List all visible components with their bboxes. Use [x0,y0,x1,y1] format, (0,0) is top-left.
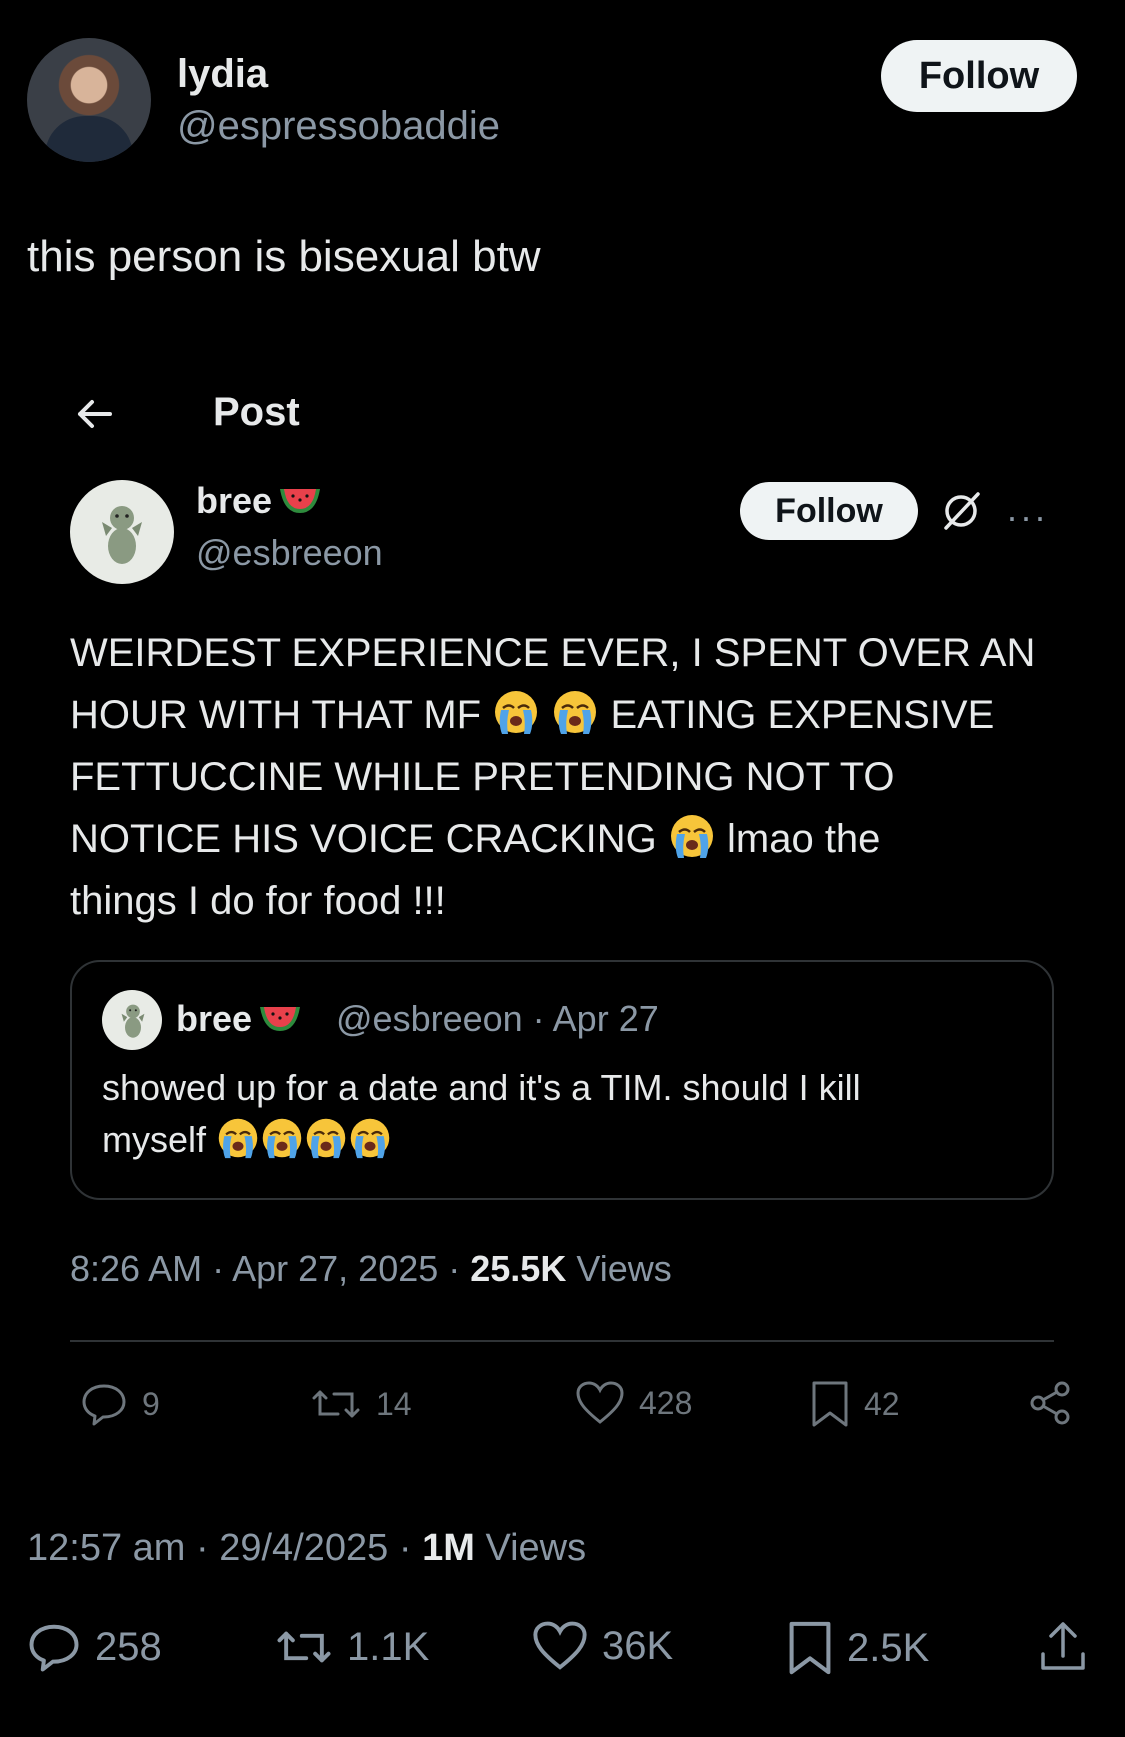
bookmark-icon [812,1381,848,1427]
follow-button[interactable]: Follow [881,40,1077,112]
embedded-share [1028,1380,1074,1426]
repost-icon [312,1390,360,1418]
embedded-bookmark-count: 42 [864,1385,900,1422]
tweet-line: WEIRDEST EXPERIENCE EVER, I SPENT OVER A… [70,631,1036,675]
watermelon-emoji [278,485,322,515]
embedded-views-label: Views [576,1248,672,1289]
embedded-reply: 9 [80,1380,160,1428]
embedded-follow-button: Follow [740,482,918,540]
embedded-tweet-text: WEIRDEST EXPERIENCE EVER, I SPENT OVER A… [70,622,1070,932]
divider [70,1340,1054,1342]
share-icon [1030,1381,1070,1425]
bookmark-button[interactable]: 2.5K [787,1620,929,1676]
embedded-screenshot: Post bree @esbreeon Follow ··· WEIRDEST … [40,360,1080,1440]
author-handle[interactable]: @espressobaddie [177,104,500,149]
quoted-line: myself [102,1114,1002,1166]
embedded-repost-count: 14 [376,1385,412,1422]
dragon-plush-image [119,1000,147,1040]
loudly-crying-emoji [551,688,599,736]
dragon-plush-image [98,498,146,568]
outer-post-header: lydia @espressobaddie Follow [27,38,1077,163]
post-date[interactable]: 29/4/2025 [219,1527,388,1569]
tweet-line: HOUR WITH THAT MF EATING EXPENSIVE [70,684,1070,746]
share-icon [1041,1622,1085,1670]
embedded-repost: 14 [310,1380,412,1428]
repost-button[interactable]: 1.1K [275,1620,429,1674]
embedded-avatar [70,480,174,584]
share-button[interactable] [1037,1620,1089,1674]
embedded-author-name-text: bree [196,480,273,521]
embedded-author-handle: @esbreeon [196,532,383,573]
embedded-time: 8:26 AM [70,1248,203,1289]
embedded-views-count: 25.5K [470,1248,567,1289]
embedded-action-bar: 9 14 428 42 [80,1380,1070,1440]
like-count: 36K [602,1623,674,1668]
embedded-reply-count: 9 [142,1385,160,1422]
tweet-line: things I do for food !!! [70,879,446,923]
tweet-line-part: lmao the [727,817,881,861]
heart-icon [533,1621,587,1670]
embedded-author-name: bree [196,480,322,522]
post-text: this person is bisexual btw [27,232,541,281]
more-icon: ··· [1006,496,1048,537]
embedded-bookmark: 42 [810,1380,900,1428]
embedded-page-title: Post [213,390,300,434]
loudly-crying-emoji [348,1116,392,1160]
tweet-line-part: EATING EXPENSIVE [610,693,995,737]
loudly-crying-emoji [304,1116,348,1160]
quoted-meta: @esbreeon · Apr 27 [336,998,659,1039]
heart-icon [576,1381,624,1424]
post-time[interactable]: 12:57 am [27,1527,185,1569]
tweet-line-part: NOTICE HIS VOICE CRACKING [70,817,657,861]
quoted-line: showed up for a date and it's a TIM. sho… [102,1067,861,1108]
reply-icon [29,1624,79,1672]
tweet-line: FETTUCCINE WHILE PRETENDING NOT TO [70,755,895,799]
reply-icon [82,1384,126,1426]
embedded-date: Apr 27, 2025 [232,1248,439,1289]
loudly-crying-emoji [260,1116,304,1160]
quoted-line-part: myself [102,1119,207,1160]
embedded-like: 428 [575,1380,692,1426]
quoted-text: showed up for a date and it's a TIM. sho… [102,1062,1002,1166]
tweet-line-part: HOUR WITH THAT MF [70,693,482,737]
embedded-post-meta: 8:26 AM · Apr 27, 2025 · 25.5K Views [70,1248,672,1289]
watermelon-emoji [258,1003,302,1033]
grok-icon [944,492,980,530]
quoted-tweet-card: bree @esbreeon · Apr 27 showed up for a … [70,960,1054,1200]
reply-count: 258 [95,1624,162,1669]
bookmark-count: 2.5K [847,1625,930,1670]
loudly-crying-emoji [492,688,540,736]
views-label[interactable]: Views [485,1527,586,1569]
reply-button[interactable]: 258 [27,1620,162,1674]
quoted-author-name-text: bree [176,998,253,1039]
post-meta: 12:57 am · 29/4/2025 · 1M Views [27,1527,587,1569]
back-arrow-icon [78,400,112,428]
views-count[interactable]: 1M [422,1527,475,1569]
like-button[interactable]: 36K [532,1620,673,1672]
author-name[interactable]: lydia [177,52,268,97]
tweet-line: NOTICE HIS VOICE CRACKING lmao the [70,808,1070,870]
repost-count: 1.1K [347,1624,430,1669]
loudly-crying-emoji [216,1116,260,1160]
quoted-avatar [102,990,162,1050]
repost-icon [277,1631,331,1663]
avatar[interactable] [27,38,151,162]
loudly-crying-emoji [668,812,716,860]
embedded-like-count: 428 [639,1384,693,1421]
bookmark-icon [789,1621,831,1675]
quoted-author-name: bree [176,998,302,1040]
action-bar: 258 1.1K 36K 2.5K [27,1620,1097,1680]
